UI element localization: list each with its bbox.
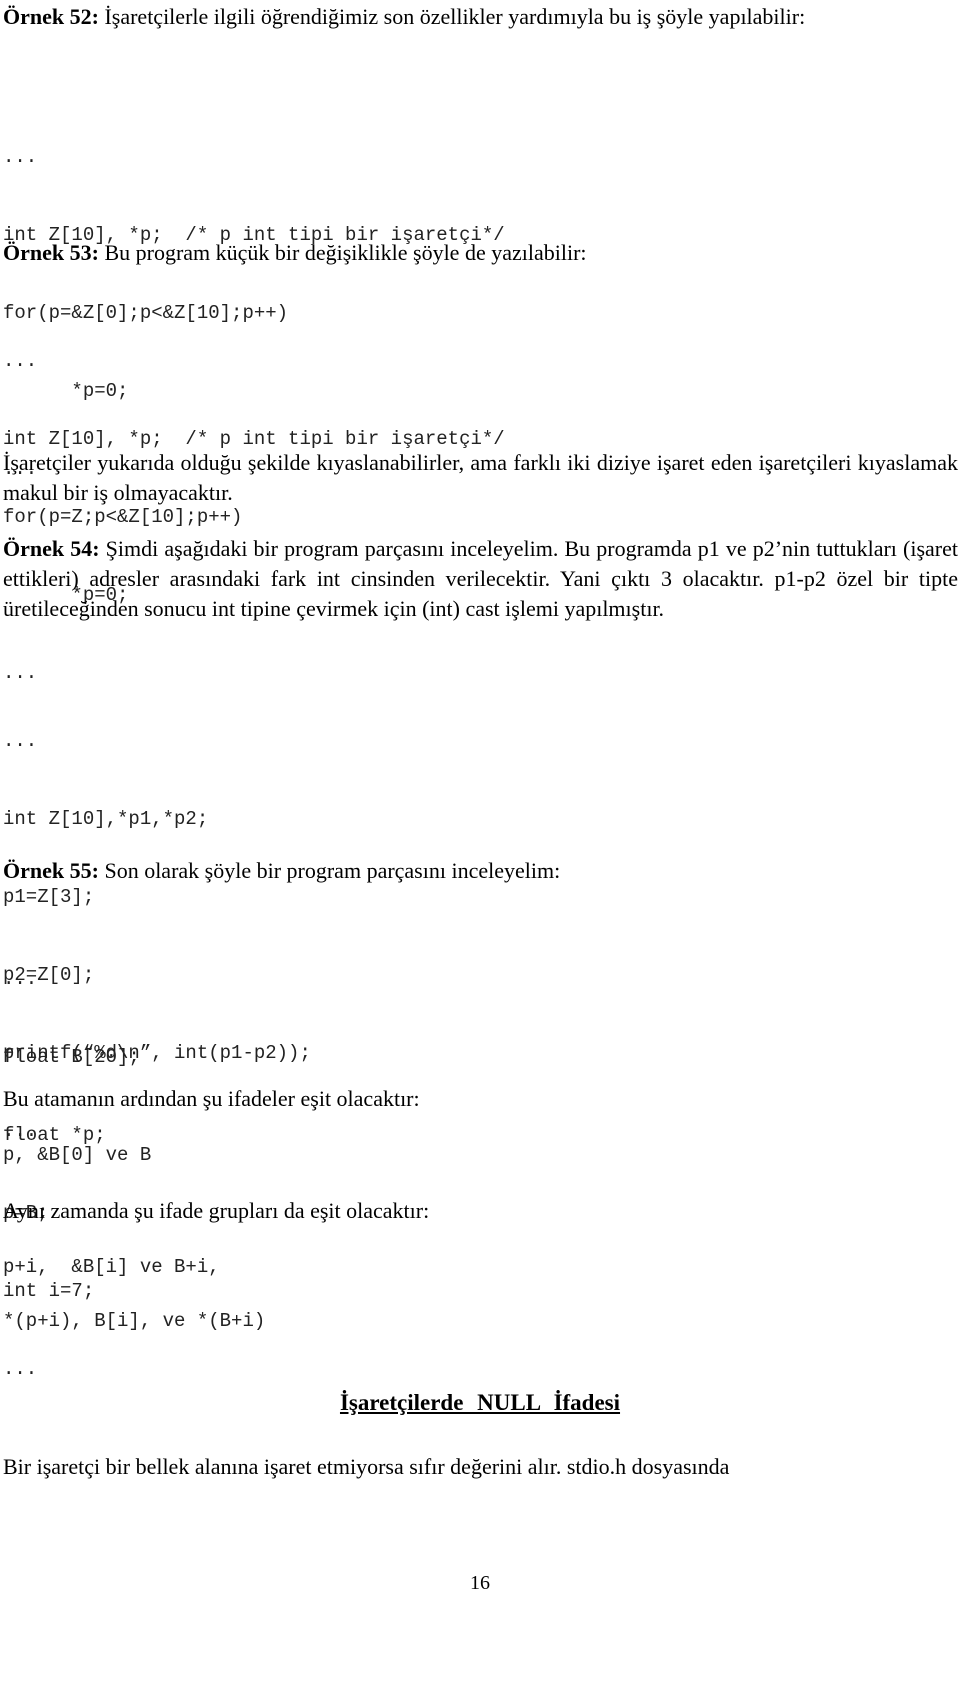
pointer-comparison-paragraph: İşaretçiler yukarıda olduğu şekilde kıya… (3, 450, 958, 505)
example-55-text: Son olarak şöyle bir program parçasını i… (98, 858, 561, 883)
example-54-text: Şimdi aşağıdaki bir program parçasını in… (3, 536, 958, 621)
code-line: ... (3, 730, 38, 752)
example-53-paragraph: Örnek 53: Bu program küçük bir değişikli… (3, 238, 958, 268)
equality-code-1: p, &B[0] ve B (3, 1144, 152, 1166)
example-53-text: Bu program küçük bir değişiklikle şöyle … (98, 240, 587, 265)
code-line: ... (3, 1358, 38, 1380)
section-heading: İşaretçilerde NULL İfadesi (339, 1390, 621, 1415)
example-55-paragraph: Örnek 55: Son olarak şöyle bir program p… (3, 856, 958, 886)
example-52-label: Örnek 52: (3, 4, 99, 29)
code-line: int i=7; (3, 1280, 95, 1302)
example-55-label: Örnek 55: (3, 858, 99, 883)
example-54-paragraph: Örnek 54: Şimdi aşağıdaki bir program pa… (3, 534, 958, 624)
code-line: int Z[10],*p1,*p2; (3, 808, 209, 830)
code-line: ... (3, 968, 38, 990)
page-number: 16 (470, 1572, 490, 1594)
equality-code-2a: p+i, &B[i] ve B+i, (3, 1256, 220, 1278)
equality-paragraph-1: Bu atamanın ardından şu ifadeler eşit ol… (3, 1086, 420, 1111)
code-line: ... (3, 350, 38, 372)
null-paragraph: Bir işaretçi bir bellek alanına işaret e… (3, 1454, 730, 1479)
example-53-code: ... int Z[10], *p; /* p int tipi bir işa… (3, 296, 958, 738)
example-53-label: Örnek 53: (3, 240, 99, 265)
code-line: ... (3, 146, 38, 168)
equality-code-2b: *(p+i), B[i], ve *(B+i) (3, 1310, 266, 1332)
code-line: p1=Z[3]; (3, 886, 95, 908)
example-52-text: İşaretçilerle ilgili öğrendiğimiz son öz… (98, 4, 806, 29)
code-line: float B[20]; (3, 1046, 140, 1068)
document-page: Örnek 52: İşaretçilerle ilgili öğrendiği… (0, 0, 960, 1698)
equality-paragraph-2: Aynı zamanda şu ifade grupları da eşit o… (3, 1198, 430, 1223)
example-54-label: Örnek 54: (3, 536, 100, 561)
example-52-paragraph: Örnek 52: İşaretçilerle ilgili öğrendiği… (3, 2, 958, 32)
example-55-code: ... float B[20]; float *p; p=B; int i=7;… (3, 914, 958, 1434)
